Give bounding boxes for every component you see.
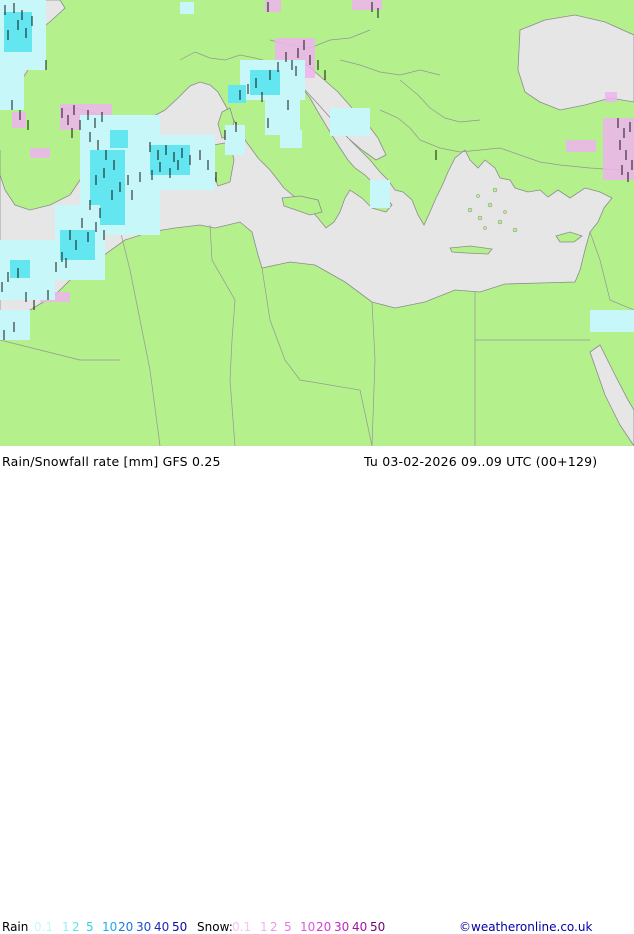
snow-legend-value: 2 xyxy=(270,920,278,934)
precipitation-map xyxy=(0,0,634,446)
rain-legend-value: 10 xyxy=(102,920,118,934)
map-title: Rain/Snowfall rate [mm] GFS 0.25 xyxy=(2,454,221,469)
snow-legend-value: 10 xyxy=(300,920,316,934)
rain-legend-value: 1 xyxy=(62,920,70,934)
run-info: Tu 03-02-2026 09..09 UTC (00+129) xyxy=(364,454,598,469)
snow-legend-value: 50 xyxy=(370,920,386,934)
rain-legend-value: 5 xyxy=(86,920,94,934)
snow-legend-value: 0.1 xyxy=(232,920,252,934)
rain-legend-value: 30 xyxy=(136,920,152,934)
rain-legend-value: 40 xyxy=(154,920,170,934)
snow-legend-value: 20 xyxy=(316,920,332,934)
rain-legend-value: 50 xyxy=(172,920,188,934)
snow-legend-label: Snow: xyxy=(197,920,233,934)
snow-legend-value: 30 xyxy=(334,920,350,934)
snow-legend-value: 40 xyxy=(352,920,368,934)
rain-legend-value: 2 xyxy=(72,920,80,934)
credit-link[interactable]: ©weatheronline.co.uk xyxy=(459,920,592,934)
rain-legend-value: 20 xyxy=(118,920,134,934)
snow-legend-value: 1 xyxy=(260,920,268,934)
map-footer: Rain/Snowfall rate [mm] GFS 0.25 Tu 03-0… xyxy=(0,446,634,934)
rain-legend-value: 0.1 xyxy=(34,920,54,934)
rain-legend-label: Rain xyxy=(2,920,29,934)
snow-legend-value: 5 xyxy=(284,920,292,934)
